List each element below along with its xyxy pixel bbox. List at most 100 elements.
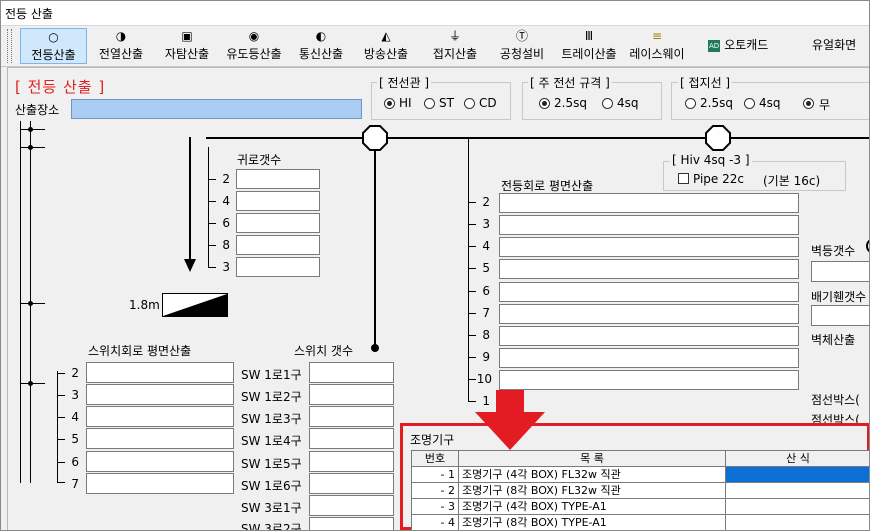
lamp-plan-input[interactable] bbox=[499, 193, 799, 213]
switch-row-label: 7 bbox=[71, 477, 79, 491]
row-formula-cell[interactable] bbox=[725, 482, 869, 499]
row-formula-cell[interactable] bbox=[725, 466, 869, 483]
switch-count-input[interactable] bbox=[309, 384, 394, 405]
lamp-plan-input[interactable] bbox=[499, 348, 799, 368]
switch-plan-title: 스위치회로 평면산출 bbox=[88, 344, 192, 358]
main-wire-2-5sq-radio[interactable] bbox=[539, 98, 550, 109]
toolbar-dual-screen-button[interactable]: 유얼화면 bbox=[812, 36, 856, 53]
switch-bracket bbox=[57, 371, 58, 483]
main-wire-4sq-label: 4sq bbox=[617, 96, 639, 110]
exhaust-fan-count-input[interactable] bbox=[811, 305, 869, 326]
switch-count-input[interactable] bbox=[309, 495, 394, 516]
return-tick bbox=[208, 201, 216, 202]
switch-count-input[interactable] bbox=[309, 517, 394, 530]
switch-tick bbox=[57, 462, 65, 463]
lamp-plan-input[interactable] bbox=[499, 259, 799, 279]
switch-count-label: SW 1로2구 bbox=[241, 390, 302, 404]
return-count-input[interactable] bbox=[236, 257, 320, 277]
switch-count-label: SW 1로3구 bbox=[241, 412, 302, 426]
pipe-22c-label: Pipe 22c bbox=[693, 172, 744, 186]
conduit-cd-radio[interactable] bbox=[464, 98, 475, 109]
lamp-plan-title: 전등회로 평면산출 bbox=[501, 179, 594, 193]
switch-count-label: SW 3로2구 bbox=[241, 522, 302, 531]
left-node-1 bbox=[28, 127, 33, 132]
speaker-icon: ◭ bbox=[381, 29, 391, 43]
row-number: - 4 bbox=[411, 514, 459, 530]
lamp-row-label: 6 bbox=[482, 284, 490, 298]
toolbar-fire-detect-button[interactable]: ▣ 자탐산출 bbox=[159, 28, 215, 64]
conduit-st-radio[interactable] bbox=[424, 98, 435, 109]
toolbar-ground-button[interactable]: ⏚ 접지산출 bbox=[427, 28, 483, 64]
table-row[interactable]: - 4 조명기구 (8각 BOX) TYPE-A1 bbox=[411, 514, 869, 530]
toolbar-outlet-button[interactable]: ◑ 전열산출 bbox=[91, 28, 151, 64]
lamp-row-label: 4 bbox=[482, 239, 490, 253]
row-name: 조명기구 (8각 BOX) TYPE-A1 bbox=[458, 514, 726, 530]
switch-plan-input[interactable] bbox=[86, 384, 234, 405]
switch-plan-input[interactable] bbox=[86, 362, 234, 383]
junction-box-right-icon bbox=[705, 125, 731, 151]
row-number: - 3 bbox=[411, 498, 459, 515]
lamp-row-label: 7 bbox=[482, 306, 490, 320]
location-input[interactable] bbox=[71, 99, 362, 119]
row-number: - 2 bbox=[411, 482, 459, 499]
switch-plan-input[interactable] bbox=[86, 406, 234, 427]
lamp-row-label: 10 bbox=[476, 372, 492, 386]
lamp-tick bbox=[468, 313, 476, 314]
return-count-input[interactable] bbox=[236, 191, 320, 211]
switch-count-input[interactable] bbox=[309, 473, 394, 494]
ground-2-5sq-radio[interactable] bbox=[685, 98, 696, 109]
exhaust-fan-count-label: 배기휀갯수 bbox=[811, 290, 867, 304]
row-formula-cell[interactable] bbox=[725, 498, 869, 515]
toolbar-grip-icon[interactable] bbox=[7, 29, 12, 63]
wall-lamp-count-input[interactable] bbox=[811, 261, 869, 282]
conduit-hi-radio[interactable] bbox=[384, 98, 395, 109]
switch-count-input[interactable] bbox=[309, 406, 394, 427]
table-row[interactable]: - 2 조명기구 (8각 BOX) FL32w 직관 bbox=[411, 482, 869, 499]
switch-plan-input[interactable] bbox=[86, 428, 234, 449]
toolbar-autocad-button[interactable]: AD 오토캐드 bbox=[708, 36, 768, 53]
ground-4sq-radio[interactable] bbox=[744, 98, 755, 109]
toolbar-lamp-button[interactable]: ○ 전등산출 bbox=[20, 28, 87, 64]
switch-count-input[interactable] bbox=[309, 362, 394, 383]
toolbar-telecom-button[interactable]: ◐ 통신산출 bbox=[294, 28, 348, 64]
return-count-input[interactable] bbox=[236, 213, 320, 233]
lamp-plan-input[interactable] bbox=[499, 304, 799, 324]
table-row[interactable]: - 3 조명기구 (4각 BOX) TYPE-A1 bbox=[411, 498, 869, 515]
return-tick bbox=[208, 179, 216, 180]
return-count-input[interactable] bbox=[236, 169, 320, 189]
lamp-row-label: 8 bbox=[482, 328, 490, 342]
tv-icon: Ⓣ bbox=[515, 29, 528, 43]
hiv-group-title: [ Hiv 4sq -3 ] bbox=[670, 153, 752, 167]
arrow-down-icon bbox=[184, 259, 196, 276]
toolbar-broadcast-button[interactable]: ◭ 방송산출 bbox=[358, 28, 414, 64]
row-number: - 1 bbox=[411, 466, 459, 483]
lamp-plan-input[interactable] bbox=[499, 326, 799, 346]
table-row[interactable]: - 1 조명기구 (4각 BOX) FL32w 직관 bbox=[411, 466, 869, 483]
row-formula-cell[interactable] bbox=[725, 514, 869, 530]
switch-count-input[interactable] bbox=[309, 451, 394, 472]
page-title: [ 전등 산출 ] bbox=[15, 78, 106, 96]
switch-plan-input[interactable] bbox=[86, 473, 234, 494]
toolbar-tray-button[interactable]: Ⅲ 트레이산출 bbox=[557, 28, 621, 64]
lamp-plan-input[interactable] bbox=[499, 215, 799, 235]
bus-line bbox=[206, 137, 869, 139]
toolbar-guide-light-button[interactable]: ◉ 유도등산출 bbox=[221, 28, 287, 64]
conduit-cd-label: CD bbox=[479, 96, 497, 110]
switch-plan-input[interactable] bbox=[86, 451, 234, 472]
pipe-22c-checkbox[interactable] bbox=[678, 173, 689, 184]
telecom-icon: ◐ bbox=[315, 29, 327, 43]
switch-tick bbox=[57, 395, 65, 396]
lamp-plan-input[interactable] bbox=[499, 370, 799, 390]
return-tick bbox=[208, 267, 216, 268]
lamp-tick bbox=[468, 268, 476, 269]
switch-count-label: SW 1로6구 bbox=[241, 479, 302, 493]
return-count-input[interactable] bbox=[236, 235, 320, 255]
toolbar-raceway-button[interactable]: ≡ 레이스웨이 bbox=[625, 28, 689, 64]
toolbar-catv-button[interactable]: Ⓣ 공청설비 bbox=[494, 28, 550, 64]
ground-none-radio[interactable] bbox=[803, 98, 814, 109]
lamp-plan-input[interactable] bbox=[499, 282, 799, 302]
lamp-plan-input[interactable] bbox=[499, 237, 799, 257]
ground-4sq-label: 4sq bbox=[759, 96, 781, 110]
main-wire-4sq-radio[interactable] bbox=[602, 98, 613, 109]
switch-count-input[interactable] bbox=[309, 428, 394, 449]
